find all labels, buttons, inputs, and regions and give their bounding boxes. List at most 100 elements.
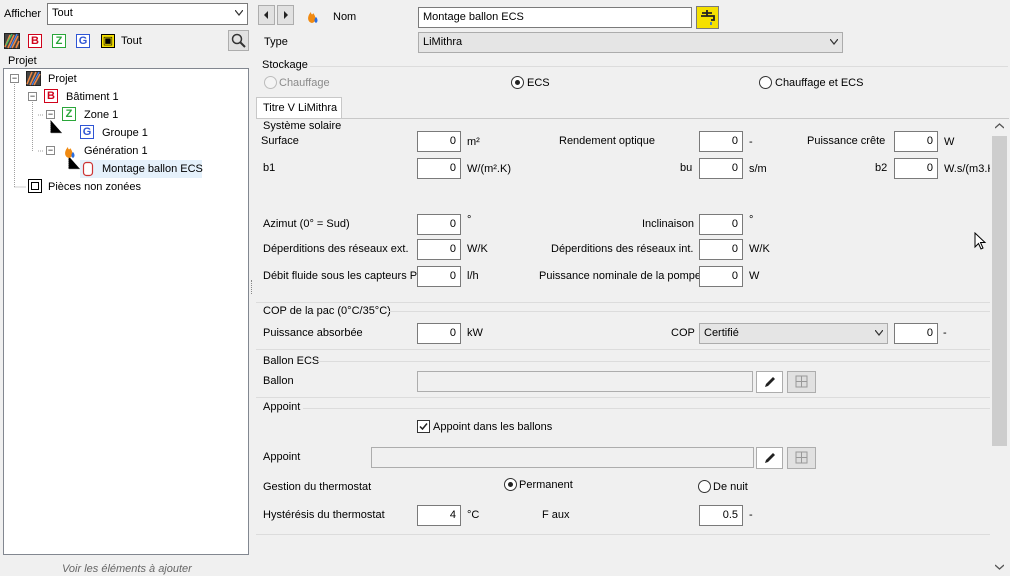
tree-item-generation[interactable]: Génération 1 (84, 144, 148, 158)
bottom-separator (256, 534, 990, 535)
appoint-checkbox-label[interactable]: Appoint dans les ballons (433, 421, 552, 434)
appoint-label: Appoint (263, 451, 301, 463)
tab-titre-v[interactable]: Titre V LiMithra (256, 97, 342, 119)
debit-input[interactable]: 0 (417, 266, 461, 287)
radio-de-nuit-label[interactable]: De nuit (713, 481, 748, 494)
azimut-input[interactable]: 0 (417, 214, 461, 235)
type-select[interactable]: LiMithra (418, 32, 843, 53)
mouse-cursor-icon (974, 231, 988, 252)
puissance-absorbee-input[interactable]: 0 (417, 323, 461, 344)
faux-input[interactable]: 0.5 (699, 505, 743, 526)
radio-chauffage[interactable] (264, 76, 277, 89)
radio-de-nuit[interactable] (698, 480, 711, 493)
grid-icon (795, 451, 808, 464)
chevron-left-icon (264, 11, 268, 19)
appoint-edit-button[interactable] (756, 447, 783, 469)
stockage-separator (310, 66, 1008, 67)
scroll-up-icon[interactable] (995, 123, 1004, 129)
ballon-separator (318, 361, 990, 362)
footer-hint[interactable]: Voir les éléments à ajouter (62, 563, 192, 576)
appoint-checkbox[interactable] (417, 420, 430, 433)
surface-input[interactable]: 0 (417, 131, 461, 152)
splitter-handle[interactable] (251, 280, 254, 294)
rendement-input[interactable]: 0 (699, 131, 743, 152)
radio-ecs-label[interactable]: ECS (527, 77, 550, 90)
bu-input[interactable]: 0 (699, 158, 743, 179)
cop-input[interactable]: 0 (894, 323, 938, 344)
azimut-unit: ° (467, 214, 472, 226)
surface-unit: m² (467, 136, 480, 148)
radio-chauffage-label[interactable]: Chauffage (279, 77, 330, 90)
pencil-icon (765, 453, 775, 463)
tree-item-unzoned[interactable]: Pièces non zonées (48, 180, 141, 194)
next-button[interactable] (277, 5, 294, 25)
tank-icon (82, 161, 94, 177)
ballon-edit-button[interactable] (756, 371, 783, 393)
inclinaison-input[interactable]: 0 (699, 214, 743, 235)
pompe-unit: W (749, 270, 760, 282)
faux-label: F aux (542, 509, 570, 521)
faux-unit: - (749, 509, 753, 521)
scroll-thumb[interactable] (992, 136, 1007, 446)
edit-name-button[interactable] (696, 6, 719, 29)
inclinaison-label: Inclinaison (642, 218, 694, 230)
pompe-input[interactable]: 0 (699, 266, 743, 287)
cop-mode-select[interactable]: Certifié (699, 323, 888, 344)
building-icon: B (44, 89, 58, 103)
dep-int-unit: W/K (749, 243, 770, 255)
generation-flame-icon (305, 8, 321, 24)
radio-permanent[interactable] (504, 478, 517, 491)
stockage-title: Stockage (262, 59, 308, 71)
hysteresis-input[interactable]: 4 (417, 505, 461, 526)
bu-unit: s/m (749, 163, 767, 175)
chevron-right-icon (284, 11, 288, 19)
ballon-label: Ballon (263, 375, 294, 387)
group-icon: G (80, 125, 94, 139)
ballon-select-button[interactable] (787, 371, 816, 393)
b2-unit: W.s/(m3.K (944, 163, 990, 175)
grid-icon (795, 375, 808, 388)
tree-item-tank[interactable]: Montage ballon ECS (102, 162, 203, 176)
collapse-icon[interactable]: − (46, 110, 55, 119)
debit-unit: l/h (467, 270, 479, 282)
pencil-icon (765, 377, 775, 387)
b1-label: b1 (263, 162, 276, 174)
puissance-crete-unit: W (944, 136, 955, 148)
collapse-icon[interactable]: − (46, 146, 55, 155)
b2-input[interactable]: 0 (894, 158, 938, 179)
appoint-separator (303, 408, 990, 409)
puissance-crete-input[interactable]: 0 (894, 131, 938, 152)
scrollbar[interactable] (991, 119, 1008, 574)
tree-item-building[interactable]: Bâtiment 1 (66, 90, 119, 104)
tab-label: Titre V LiMithra (263, 102, 338, 114)
tap-icon (701, 10, 715, 25)
radio-ecs[interactable] (511, 76, 524, 89)
project-icon (26, 71, 41, 86)
ballon-input[interactable] (417, 371, 753, 392)
dep-ext-input[interactable]: 0 (417, 239, 461, 260)
prev-button[interactable] (258, 5, 275, 25)
tree-item-project[interactable]: Projet (48, 72, 77, 86)
scroll-down-icon[interactable] (995, 564, 1004, 570)
appoint-input[interactable] (371, 447, 754, 468)
cop-mode-value: Certifié (704, 327, 739, 339)
dep-int-label: Déperditions des réseaux int. (551, 243, 694, 255)
tree-item-group[interactable]: Groupe 1 (102, 126, 148, 140)
name-label: Nom (333, 11, 357, 23)
flame-icon (62, 143, 78, 159)
ballon-title: Ballon ECS (263, 355, 320, 367)
radio-chauffage-ecs[interactable] (759, 76, 772, 89)
dep-int-input[interactable]: 0 (699, 239, 743, 260)
chevron-down-icon (875, 330, 883, 336)
radio-permanent-label[interactable]: Permanent (519, 479, 573, 492)
solar-title: Système solaire (263, 120, 342, 132)
name-input[interactable]: Montage ballon ECS (418, 7, 692, 28)
collapse-icon[interactable]: − (28, 92, 37, 101)
radio-chauffage-ecs-label[interactable]: Chauffage et ECS (775, 77, 863, 90)
appoint-separator-top (256, 397, 990, 398)
b1-input[interactable]: 0 (417, 158, 461, 179)
tree-item-zone[interactable]: Zone 1 (84, 108, 118, 122)
b1-unit: W/(m².K) (467, 163, 511, 175)
appoint-select-button[interactable] (787, 447, 816, 469)
collapse-icon[interactable]: − (10, 74, 19, 83)
